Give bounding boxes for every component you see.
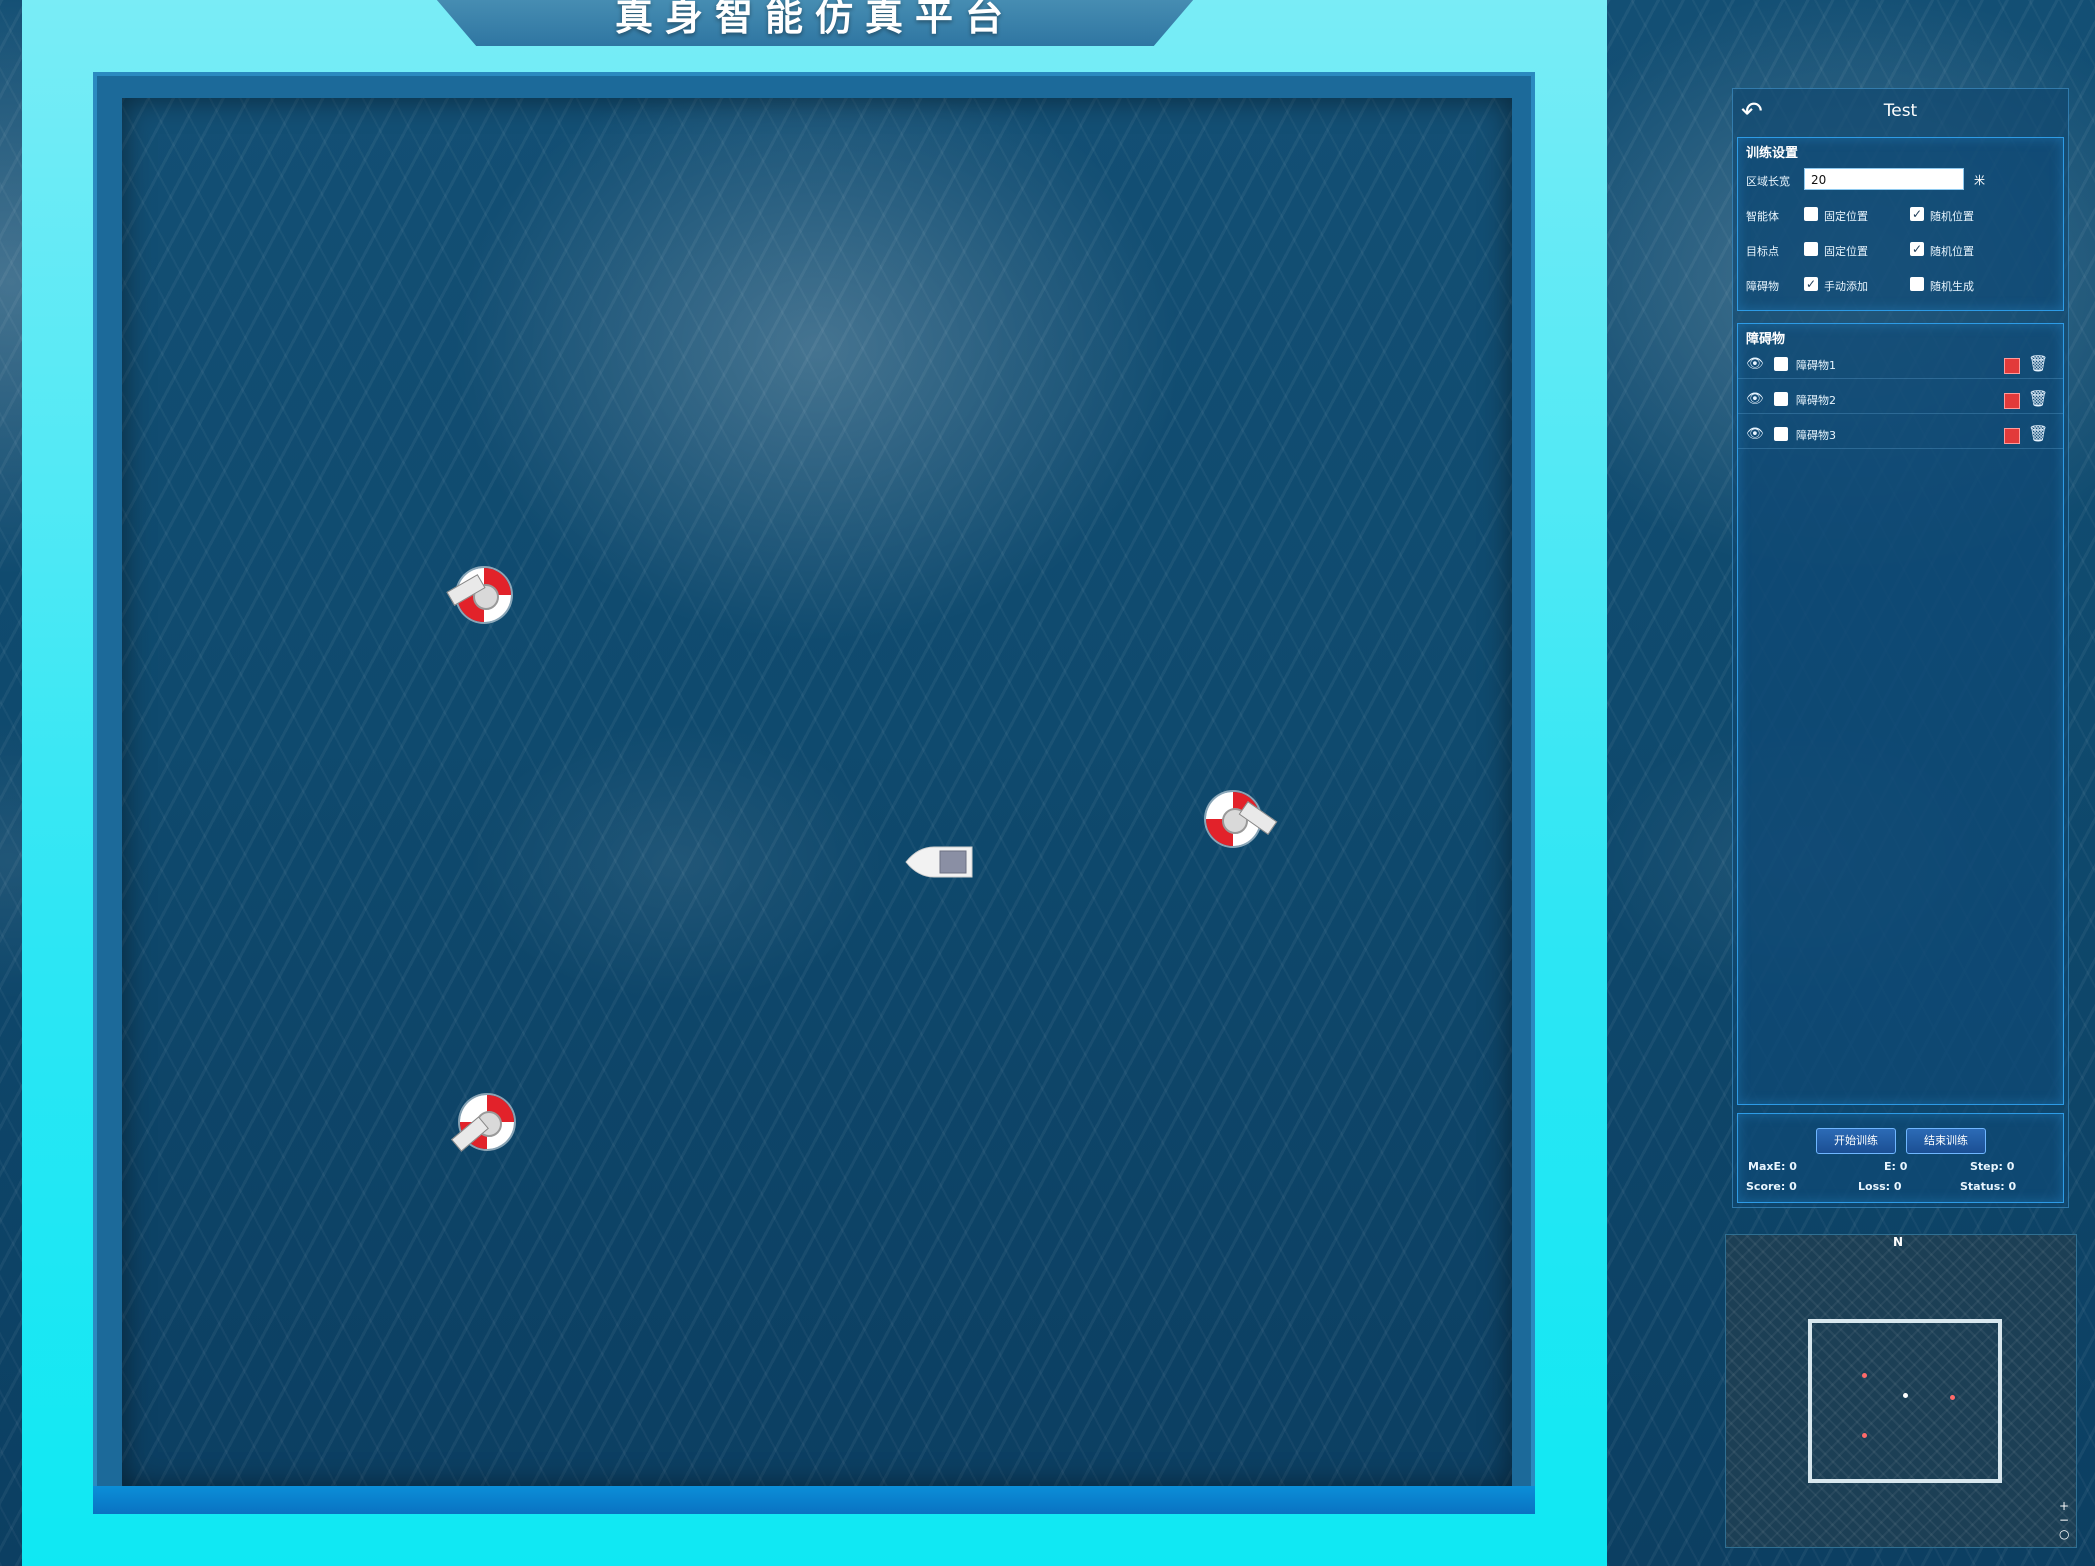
agent-label: 智能体 [1746, 210, 1779, 223]
area-unit-label: 米 [1974, 174, 1985, 187]
panel-title: Test [1883, 101, 1918, 121]
page-title: 真身智能仿真平台 [614, 0, 1015, 39]
obstacle-row-1[interactable]: 👁 障碍物1 🗑 [1738, 352, 2063, 379]
trash-icon[interactable]: 🗑 [2028, 354, 2048, 373]
obstacle-list-title: 障碍物 [1746, 332, 1786, 347]
agent-fixed-label: 固定位置 [1824, 210, 1868, 223]
obstacle-row-2[interactable]: 👁 障碍物2 🗑 [1738, 387, 2063, 414]
panel-header: ↶ Test [1733, 89, 2068, 133]
obstacle-checkbox[interactable] [1774, 392, 1788, 406]
area-size-input[interactable]: 20 [1804, 168, 1964, 190]
training-settings-title: 训练设置 [1746, 146, 1799, 161]
eye-icon[interactable]: 👁 [1746, 391, 1764, 407]
obstacle-checkbox[interactable] [1774, 427, 1788, 441]
minimap-obstacle-marker [1862, 1373, 1867, 1378]
color-picker-swatch[interactable] [2004, 358, 2020, 374]
obstacle-manual-checkbox[interactable]: ✓ [1804, 277, 1818, 291]
stat-status: Status: 0 [1960, 1180, 2017, 1193]
color-picker-swatch[interactable] [2004, 428, 2020, 444]
obstacle-name: 障碍物2 [1796, 394, 1836, 407]
training-controls-section: 开始训练 结束训练 MaxE: 0 E: 0 Step: 0 Score: 0 … [1737, 1113, 2064, 1203]
eye-icon[interactable]: 👁 [1746, 356, 1764, 372]
obstacle-name: 障碍物3 [1796, 429, 1836, 442]
zoom-out-icon[interactable]: − [2059, 1513, 2069, 1527]
target-fixed-label: 固定位置 [1824, 245, 1868, 258]
stat-e: E: 0 [1884, 1160, 1908, 1173]
target-random-label: 随机位置 [1930, 245, 1974, 258]
obstacle-list-section: 障碍物 👁 障碍物1 🗑 👁 障碍物2 🗑 👁 障碍物3 🗑 [1737, 323, 2064, 1105]
minimap-obstacle-marker [1862, 1433, 1867, 1438]
color-picker-swatch[interactable] [2004, 393, 2020, 409]
reset-view-icon[interactable]: ○ [2059, 1527, 2069, 1541]
stat-score: Score: 0 [1746, 1180, 1797, 1193]
target-label: 目标点 [1746, 245, 1779, 258]
agent-fixed-checkbox[interactable] [1804, 207, 1818, 221]
minimap-pool-outline [1808, 1319, 2002, 1483]
start-training-button[interactable]: 开始训练 [1816, 1128, 1896, 1154]
obstacle-checkbox[interactable] [1774, 357, 1788, 371]
stop-training-button[interactable]: 结束训练 [1906, 1128, 1986, 1154]
north-indicator: N [1893, 1235, 1904, 1249]
left-sea-strip [0, 0, 22, 1566]
minimap-agent-marker [1903, 1393, 1908, 1398]
obstacle-random-label: 随机生成 [1930, 280, 1974, 293]
agent-random-label: 随机位置 [1930, 210, 1974, 223]
pool-edge [93, 1486, 1535, 1514]
minimap[interactable]: N + − ○ [1725, 1234, 2077, 1548]
minimap-obstacle-marker [1950, 1395, 1955, 1400]
obstacle-row-3[interactable]: 👁 障碍物3 🗑 [1738, 422, 2063, 449]
zoom-in-icon[interactable]: + [2059, 1499, 2069, 1513]
area-size-label: 区域长宽 [1746, 175, 1790, 188]
control-panel: ↶ Test 训练设置 区域长宽 20 米 智能体 固定位置 ✓ 随机位置 目标… [1732, 88, 2069, 1208]
obstacle-name: 障碍物1 [1796, 359, 1836, 372]
scene-viewport[interactable] [122, 98, 1512, 1488]
stat-maxe: MaxE: 0 [1748, 1160, 1797, 1173]
target-fixed-checkbox[interactable] [1804, 242, 1818, 256]
target-random-checkbox[interactable]: ✓ [1910, 242, 1924, 256]
boat-agent-icon[interactable] [904, 845, 974, 879]
trash-icon[interactable]: 🗑 [2028, 389, 2048, 408]
trash-icon[interactable]: 🗑 [2028, 424, 2048, 443]
training-settings-section: 训练设置 区域长宽 20 米 智能体 固定位置 ✓ 随机位置 目标点 固定位置 … [1737, 137, 2064, 311]
agent-random-checkbox[interactable]: ✓ [1910, 207, 1924, 221]
stat-loss: Loss: 0 [1858, 1180, 1902, 1193]
obstacle-manual-label: 手动添加 [1824, 280, 1868, 293]
eye-icon[interactable]: 👁 [1746, 426, 1764, 442]
obstacle-mode-label: 障碍物 [1746, 280, 1779, 293]
stat-step: Step: 0 [1970, 1160, 2015, 1173]
obstacle-random-checkbox[interactable] [1910, 277, 1924, 291]
